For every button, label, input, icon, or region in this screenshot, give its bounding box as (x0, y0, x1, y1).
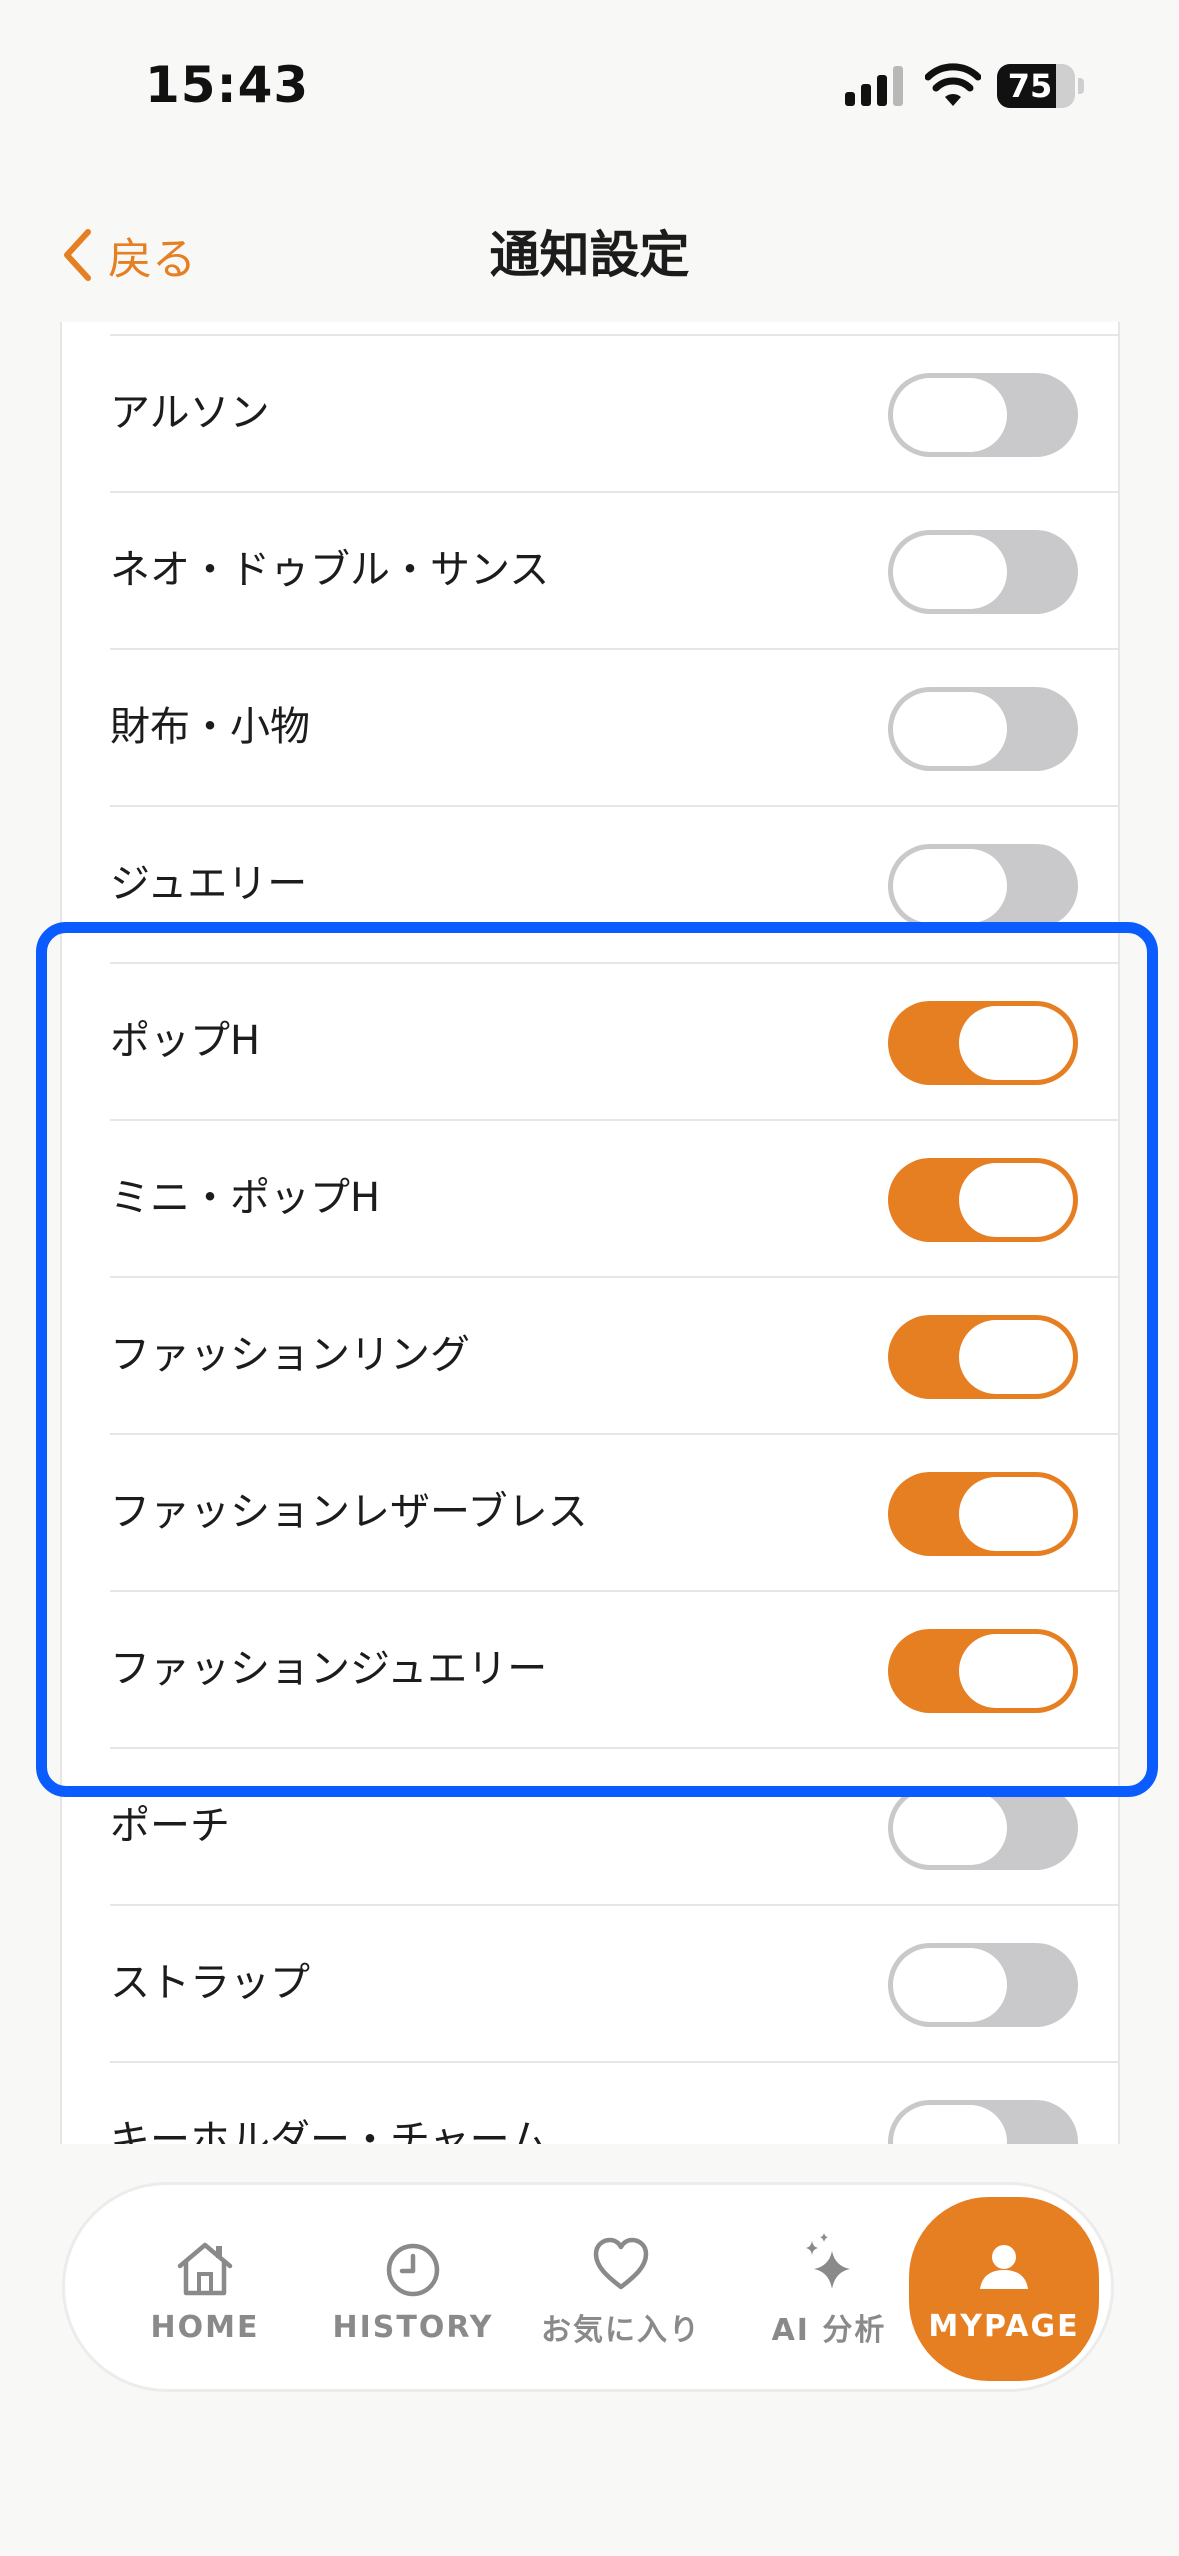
notification-toggle[interactable] (888, 687, 1078, 771)
battery-level: 75 (1007, 67, 1053, 105)
tab-label-ai-analysis: AI 分析 (771, 2313, 887, 2348)
tab-label-favorites: お気に入り (541, 2313, 701, 2348)
toggle-knob (893, 692, 1007, 766)
notification-toggle[interactable] (888, 844, 1078, 928)
tab-bar: HOME HISTORY お気に入り AI 分析 MYPAGE (62, 2182, 1114, 2392)
setting-row: アルソン (110, 336, 1118, 493)
wifi-icon (925, 63, 981, 106)
setting-row: キーホルダー・チャーム (110, 2063, 1118, 2144)
sparkle-icon (806, 2233, 850, 2289)
tab-ai-analysis[interactable]: AI 分析 (729, 2185, 929, 2395)
toggle-knob (893, 2105, 1007, 2144)
setting-row: ストラップ (110, 1906, 1118, 2063)
notification-toggle[interactable] (888, 373, 1078, 457)
tab-favorites[interactable]: お気に入り (521, 2185, 721, 2395)
toggle-knob (893, 1948, 1007, 2022)
battery-cap (1078, 78, 1084, 94)
user-icon (980, 2244, 1028, 2289)
tab-label-home: HOME (150, 2309, 260, 2345)
tab-label-history: HISTORY (332, 2309, 494, 2345)
setting-label: アルソン (110, 390, 270, 436)
cellular-signal-icon (845, 66, 903, 106)
clock-icon (386, 2243, 440, 2296)
highlight-box (36, 922, 1158, 1797)
notification-toggle[interactable] (888, 1943, 1078, 2027)
toggle-knob (893, 378, 1007, 452)
setting-row: 財布・小物 (110, 650, 1118, 807)
status-time: 15:43 (145, 56, 310, 114)
setting-label: ストラップ (110, 1960, 310, 2006)
tab-mypage[interactable]: MYPAGE (909, 2197, 1099, 2381)
heart-icon (593, 2237, 649, 2290)
tab-label-mypage: MYPAGE (928, 2308, 1080, 2344)
setting-row: ネオ・ドゥブル・サンス (110, 493, 1118, 650)
setting-label: キーホルダー・チャーム (110, 2117, 549, 2144)
tab-history[interactable]: HISTORY (313, 2185, 513, 2395)
page-title: 通知設定 (489, 226, 690, 284)
toggle-knob (893, 535, 1007, 609)
toggle-knob (893, 849, 1007, 923)
setting-label: 財布・小物 (110, 704, 310, 750)
tab-home[interactable]: HOME (105, 2185, 305, 2395)
status-bar: 15:43 75 (0, 0, 1179, 140)
notification-toggle[interactable] (888, 1786, 1078, 1870)
setting-label: ネオ・ドゥブル・サンス (110, 547, 550, 593)
battery-icon: 75 (997, 64, 1075, 108)
notification-toggle[interactable] (888, 2100, 1078, 2144)
notification-toggle[interactable] (888, 530, 1078, 614)
toggle-knob (893, 1791, 1007, 1865)
navigation-bar: 戻る 通知設定 (0, 180, 1179, 320)
home-icon (177, 2242, 233, 2295)
